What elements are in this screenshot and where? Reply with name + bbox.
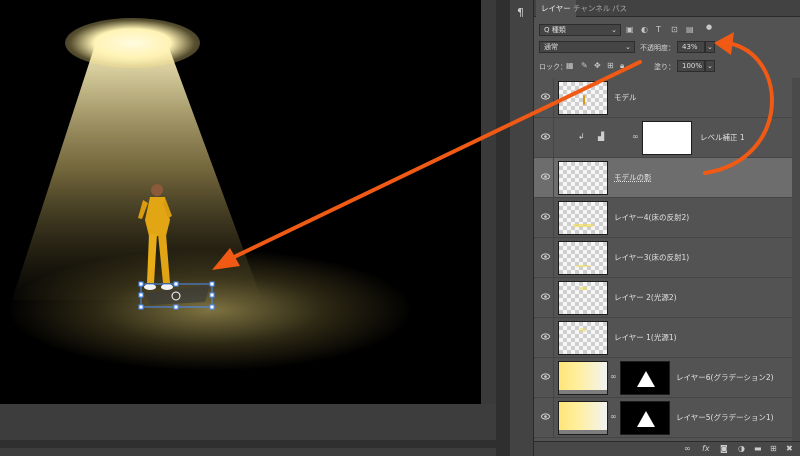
link-icon[interactable]: ∞	[610, 372, 617, 381]
collapsed-panel-strip: ¶	[510, 0, 534, 456]
fill-dropdown[interactable]: ⌄	[705, 60, 715, 72]
levels-icon: ▟	[598, 132, 605, 141]
layer-row[interactable]: ∞ レイヤー6(グラデーション2)	[534, 358, 792, 398]
spotlight-scene	[12, 45, 262, 310]
layer-row[interactable]: レイヤー4(床の反射2)	[534, 198, 792, 238]
lock-label: ロック：	[539, 63, 567, 71]
light-beam	[12, 45, 262, 300]
blend-mode-select[interactable]: 通常 ⌄	[539, 41, 635, 53]
workspace	[0, 0, 510, 456]
layer-row[interactable]: レイヤー 1(光源1)	[534, 318, 792, 358]
folder-icon[interactable]: ▬	[754, 444, 762, 453]
eye-icon[interactable]	[541, 413, 550, 420]
layer-thumbnail[interactable]	[558, 281, 608, 315]
eye-icon[interactable]	[541, 173, 550, 180]
lock-position-icon[interactable]: ✥	[594, 61, 601, 70]
eye-icon[interactable]	[541, 293, 550, 300]
opacity-dropdown[interactable]: ⌄	[705, 41, 715, 53]
lock-transparent-icon[interactable]: ▦	[566, 61, 574, 70]
layer-name[interactable]: レイヤー 2(光源2)	[614, 292, 677, 303]
chevron-down-icon: ⌄	[625, 43, 631, 51]
panel-tabs: レイヤー チャンネル パス	[534, 0, 800, 17]
eye-icon[interactable]	[541, 333, 550, 340]
fx-icon[interactable]: fx	[702, 444, 710, 453]
layer-name[interactable]: モデル	[614, 92, 637, 103]
opacity-value: 43%	[682, 43, 698, 51]
layer-thumbnail[interactable]	[558, 321, 608, 355]
link-icon[interactable]: ∞	[610, 412, 617, 421]
fill-label: 塗り：	[654, 63, 675, 71]
horizontal-scrollbar[interactable]	[0, 440, 496, 448]
layer-mask-thumbnail[interactable]	[620, 401, 670, 435]
layer-name[interactable]: レイヤー 1(光源1)	[614, 332, 677, 343]
layer-thumbnail[interactable]	[558, 201, 608, 235]
filter-toggle-icon[interactable]: ●	[706, 23, 712, 31]
adjustment-filter-icon[interactable]: ◐	[641, 25, 648, 34]
document-canvas[interactable]	[0, 0, 481, 404]
trash-icon[interactable]: ✖	[786, 444, 793, 453]
canvas-padding	[0, 404, 510, 456]
opacity-input[interactable]: 43%	[677, 41, 705, 53]
layer-thumbnail[interactable]	[558, 241, 608, 275]
layer-row[interactable]: ∞ レイヤー5(グラデーション1)	[534, 398, 792, 438]
chevron-down-icon: ⌄	[707, 43, 713, 51]
mask-icon[interactable]: ◙	[720, 444, 728, 453]
layer-row[interactable]: モデル	[534, 78, 792, 118]
layers-panel: レイヤー チャンネル パス Q 種類 ⌄ ▣ ◐ T ⊡ ▤ ● 通常 ⌄ 不透…	[534, 0, 800, 456]
shape-filter-icon[interactable]: ⊡	[671, 25, 678, 34]
layer-thumbnail[interactable]	[558, 361, 608, 395]
filter-kind-label: Q 種類	[544, 26, 566, 34]
layers-list: モデル ↲ ▟ ∞ レベル補正 1 モデルの影 レイヤー4(床の反射2) レイヤ…	[534, 78, 800, 441]
layer-row[interactable]: レイヤー 2(光源2)	[534, 278, 792, 318]
layer-thumbnail[interactable]	[558, 81, 608, 115]
fill-value: 100%	[682, 62, 703, 70]
link-icon[interactable]: ∞	[684, 444, 691, 453]
smart-object-filter-icon[interactable]: ▤	[686, 25, 694, 34]
fill-input[interactable]: 100%	[677, 60, 705, 72]
opacity-label: 不透明度：	[640, 44, 675, 52]
layer-name[interactable]: レベル補正 1	[700, 132, 745, 143]
eye-icon[interactable]	[541, 213, 550, 220]
spotlight-source	[65, 18, 200, 68]
eye-icon[interactable]	[541, 253, 550, 260]
type-filter-icon[interactable]: T	[656, 25, 661, 34]
adjustment-icon[interactable]: ◑	[738, 444, 745, 453]
layers-bottom-toolbar: ∞ fx ◙ ◑ ▬ ⊞ ✖	[534, 441, 800, 456]
chevron-down-icon: ⌄	[707, 62, 713, 70]
tab-paths[interactable]: パス	[607, 0, 632, 17]
layer-mask-thumbnail[interactable]	[620, 361, 670, 395]
eye-icon[interactable]	[541, 133, 550, 140]
layer-name[interactable]: レイヤー4(床の反射2)	[614, 212, 689, 223]
blend-mode-value: 通常	[544, 43, 558, 51]
lock-all-icon[interactable]: 🔒︎	[620, 61, 624, 71]
layer-name[interactable]: モデルの影	[614, 172, 652, 183]
vertical-scrollbar[interactable]	[496, 0, 510, 456]
layers-scrollbar[interactable]	[792, 78, 800, 441]
layer-thumbnail[interactable]	[558, 161, 608, 195]
lock-pixels-icon[interactable]: ✎	[581, 61, 588, 70]
eye-icon[interactable]	[541, 93, 550, 100]
layer-filter-select[interactable]: Q 種類 ⌄	[539, 24, 621, 36]
layer-row[interactable]: ↲ ▟ ∞ レベル補正 1	[534, 118, 792, 158]
layer-name[interactable]: レイヤー3(床の反射1)	[614, 252, 689, 263]
layer-name[interactable]: レイヤー6(グラデーション2)	[676, 372, 774, 383]
new-layer-icon[interactable]: ⊞	[770, 444, 777, 453]
layer-name[interactable]: レイヤー5(グラデーション1)	[676, 412, 774, 423]
layer-row-selected[interactable]: モデルの影	[534, 158, 792, 198]
pixel-filter-icon[interactable]: ▣	[626, 25, 634, 34]
adjustment-mask-thumbnail[interactable]	[642, 121, 692, 155]
chevron-down-icon: ⌄	[611, 26, 617, 34]
layer-row[interactable]: レイヤー3(床の反射1)	[534, 238, 792, 278]
lock-artboard-icon[interactable]: ⊞	[607, 61, 614, 70]
layer-thumbnail[interactable]	[558, 401, 608, 435]
paragraph-icon[interactable]: ¶	[517, 6, 524, 19]
link-icon[interactable]: ∞	[632, 132, 639, 141]
clipping-arrow-icon: ↲	[578, 132, 585, 141]
eye-icon[interactable]	[541, 373, 550, 380]
